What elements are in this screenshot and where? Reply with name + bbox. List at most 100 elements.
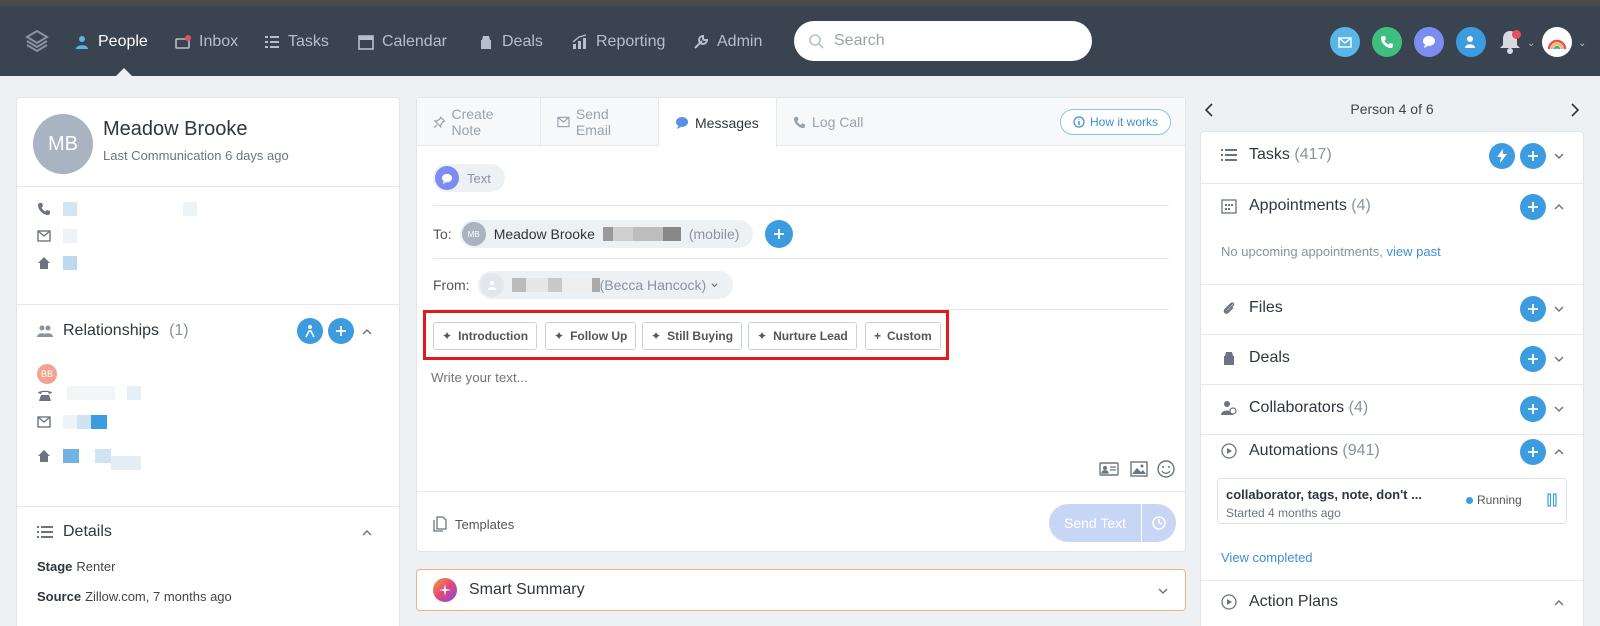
email-icon: [37, 230, 51, 242]
add-deal-button[interactable]: [1520, 346, 1546, 372]
plus-icon: [1528, 304, 1538, 314]
user-menu-chevron-down-icon[interactable]: ⌄: [1578, 38, 1586, 49]
smart-summary-panel[interactable]: Smart Summary: [416, 569, 1186, 611]
sender-select[interactable]: (Becca Hancock): [477, 271, 734, 299]
channel-text-chip[interactable]: Text: [433, 164, 505, 192]
contact-card-icon[interactable]: [1099, 460, 1119, 478]
divider: [1201, 183, 1583, 184]
nav-calendar[interactable]: Calendar: [358, 31, 447, 53]
appointments-section-header[interactable]: Appointments (4): [1221, 197, 1371, 215]
stage-field[interactable]: Stage Renter: [37, 559, 115, 574]
clock-icon: [1152, 516, 1166, 530]
nav-people[interactable]: People: [74, 31, 148, 53]
add-appointment-button[interactable]: [1520, 194, 1546, 220]
automation-card[interactable]: collaborator, tags, note, don't ... Star…: [1217, 478, 1567, 524]
tasks-section-header[interactable]: Tasks (417): [1221, 146, 1332, 164]
nav-admin[interactable]: Admin: [693, 31, 762, 53]
action-plans-section-header[interactable]: Action Plans: [1221, 593, 1338, 611]
view-completed-link[interactable]: View completed: [1221, 550, 1313, 565]
to-label: To:: [433, 226, 452, 242]
chevron-up-icon[interactable]: [361, 326, 373, 338]
view-past-link[interactable]: view past: [1387, 244, 1441, 259]
relationship-email-row[interactable]: [37, 415, 107, 429]
email-row[interactable]: [37, 229, 77, 243]
chevron-down-icon[interactable]: [1157, 585, 1169, 597]
automations-section-header[interactable]: Automations (941): [1221, 442, 1380, 460]
tab-send-email[interactable]: Send Email: [541, 98, 659, 146]
user-avatar[interactable]: [1542, 27, 1572, 57]
plus-icon: [1528, 404, 1538, 414]
custom-template-button[interactable]: + Custom: [865, 322, 941, 350]
task-automation-button[interactable]: [1489, 143, 1515, 169]
deals-section-header[interactable]: Deals: [1221, 349, 1290, 367]
chevron-down-icon[interactable]: [1553, 150, 1565, 162]
tab-messages[interactable]: Messages: [659, 98, 777, 147]
emoji-icon[interactable]: [1156, 460, 1176, 478]
add-task-button[interactable]: [1520, 143, 1546, 169]
ai-template-follow-up-button[interactable]: ✦ Follow Up: [545, 322, 637, 350]
app-logo-icon[interactable]: [24, 28, 50, 54]
chevron-up-icon[interactable]: [1553, 201, 1565, 213]
recipient-chip[interactable]: MB Meadow Brooke (mobile): [459, 220, 754, 248]
relationship-address-row[interactable]: [37, 442, 141, 470]
add-collaborator-button[interactable]: [1520, 396, 1546, 422]
quick-call-button[interactable]: [1372, 27, 1402, 57]
notifications-chevron-down-icon[interactable]: ⌄: [1527, 38, 1535, 49]
ai-template-nurture-lead-label: Nurture Lead: [773, 329, 848, 343]
add-relationship-button[interactable]: [328, 318, 354, 344]
person-name[interactable]: Meadow Brooke: [103, 118, 248, 141]
quick-email-button[interactable]: [1330, 27, 1360, 57]
deals-icon: [478, 34, 494, 50]
nav-deals[interactable]: Deals: [478, 31, 543, 53]
add-automation-button[interactable]: [1520, 439, 1546, 465]
chevron-down-icon[interactable]: [1553, 303, 1565, 315]
tab-log-call[interactable]: Log Call: [777, 98, 879, 146]
plus-icon: +: [874, 329, 882, 343]
files-section-header[interactable]: Files: [1221, 299, 1283, 317]
relationships-header[interactable]: Relationships (1): [37, 322, 189, 340]
quick-add-person-button[interactable]: [1456, 27, 1486, 57]
person-pager: Person 4 of 6: [1200, 98, 1584, 122]
quick-message-button[interactable]: [1414, 27, 1444, 57]
ai-template-still-buying-button[interactable]: ✦ Still Buying: [642, 322, 743, 350]
link-relationship-button[interactable]: [297, 318, 323, 344]
automation-title: collaborator, tags, note, don't ...: [1226, 487, 1422, 502]
image-icon[interactable]: [1129, 460, 1149, 478]
details-header[interactable]: Details: [37, 523, 112, 541]
phone-row[interactable]: [37, 202, 197, 216]
schedule-send-button[interactable]: [1142, 504, 1176, 542]
tab-create-note[interactable]: Create Note: [417, 98, 541, 146]
global-search[interactable]: [794, 21, 1092, 61]
templates-label: Templates: [455, 516, 515, 532]
templates-button[interactable]: Templates: [433, 516, 514, 532]
relationship-phone-row[interactable]: [37, 388, 53, 402]
pause-icon[interactable]: [1546, 493, 1558, 507]
chevron-down-icon[interactable]: [1553, 353, 1565, 365]
tasks-count: (417): [1294, 146, 1332, 163]
next-person-chevron-icon[interactable]: [1570, 102, 1580, 118]
custom-template-label: Custom: [887, 329, 932, 343]
add-recipient-button[interactable]: [765, 220, 794, 248]
nav-tasks[interactable]: Tasks: [264, 31, 329, 53]
chevron-up-icon[interactable]: [1553, 446, 1565, 458]
plus-icon: [1528, 354, 1538, 364]
address-row[interactable]: [37, 256, 77, 270]
add-file-button[interactable]: [1520, 296, 1546, 322]
message-text-input[interactable]: [431, 370, 1171, 470]
send-text-button[interactable]: Send Text: [1049, 504, 1141, 542]
chevron-up-icon[interactable]: [1553, 597, 1565, 609]
collaborators-section-header[interactable]: Collaborators (4): [1221, 399, 1368, 417]
how-it-works-button[interactable]: How it works: [1059, 109, 1171, 135]
ai-template-nurture-lead-button[interactable]: ✦ Nurture Lead: [748, 322, 857, 350]
tab-messages-label: Messages: [695, 114, 759, 131]
tab-log-call-label: Log Call: [812, 114, 864, 130]
nav-reporting[interactable]: Reporting: [572, 31, 665, 53]
chevron-up-icon[interactable]: [361, 527, 373, 539]
chevron-down-icon[interactable]: [1553, 403, 1565, 415]
search-input[interactable]: [834, 32, 1074, 50]
files-label: Files: [1249, 299, 1283, 316]
ai-template-introduction-button[interactable]: ✦ Introduction: [433, 322, 538, 350]
stage-label: Stage: [37, 559, 73, 574]
nav-inbox[interactable]: Inbox: [175, 31, 238, 53]
source-field[interactable]: Source Zillow.com, 7 months ago: [37, 589, 232, 604]
